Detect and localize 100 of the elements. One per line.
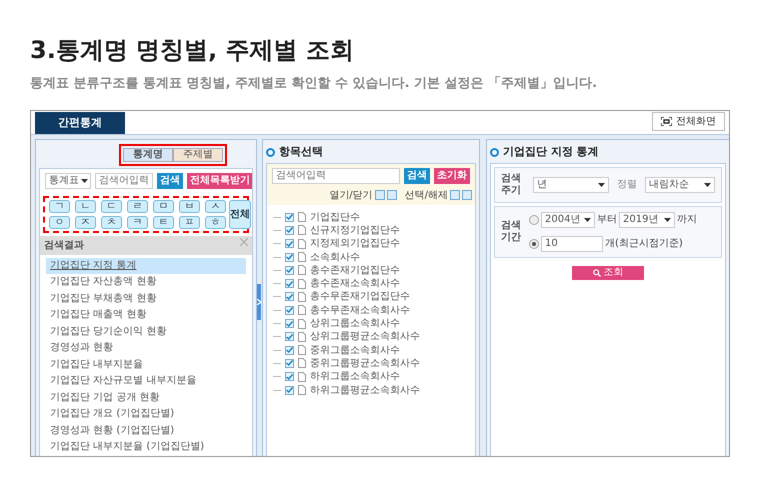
page-description: 통계표 분류구조를 통계표 명칭별, 주제별로 확인할 수 있습니다. 기본 설정은 「주제별」입니다. [30,75,598,93]
field-label: 부터 [597,213,617,227]
document-icon [298,345,306,356]
collapse-handle[interactable] [257,284,261,320]
document-icon [298,292,306,302]
consonant-button[interactable]: ㄱ [49,200,70,212]
dropdown-arrow-icon [704,182,711,186]
consonant-button[interactable]: ㅊ [101,216,122,228]
result-item[interactable]: 기업집단 당기순이익 현황 [46,324,246,340]
consonant-button[interactable]: ㅌ [153,216,174,228]
tree-item[interactable]: 신규지정기업집단수 [310,224,400,237]
result-item[interactable]: 기업집단 매출액 현황 [46,307,246,324]
checkbox[interactable] [285,319,294,328]
count-field[interactable]: 10 [541,236,603,252]
tree-item[interactable]: 총수존재소속회사수 [310,277,400,290]
result-item[interactable]: 기업집단 내부지분율 [46,356,246,373]
result-item[interactable]: 기업집단 지정 통계 [46,258,246,274]
fullscreen-button[interactable]: 전체화면 [652,112,725,130]
dropdown-arrow-icon [584,218,591,222]
search-button[interactable]: 검색 [157,172,183,188]
tree-item[interactable]: 상위그룹소속회사수 [310,317,400,330]
dropdown[interactable]: 2004년 [541,212,595,228]
tree-line [273,230,281,231]
dropdown[interactable]: 내림차순 [645,176,715,192]
field-label: 개(최근시점기준) [605,237,683,251]
consonant-button[interactable]: ㅋ [127,216,148,228]
checkbox[interactable] [285,266,294,275]
checkbox[interactable] [285,386,294,394]
results-title: 검색결과 [44,238,84,252]
full-list-button[interactable]: 전체목록받기 [187,172,252,188]
all-consonant-button[interactable]: 전체 [229,200,251,228]
document-icon [298,238,306,249]
reset-button[interactable]: 초기화 [434,168,470,184]
checkbox[interactable] [285,212,294,222]
search-field[interactable]: 검색어입력 [95,172,153,188]
toggle-tab[interactable]: 주제별 [173,148,223,162]
result-item[interactable]: 경영성과 현황 (기업집단별) [46,422,246,439]
checkbox[interactable] [285,358,294,368]
result-item[interactable]: 기업집단 자산총액 현황 [46,274,246,290]
checkbox[interactable] [285,306,294,315]
consonant-button[interactable]: ㅈ [75,216,96,228]
result-item[interactable]: 기업집단 기업 공개 현황 [46,390,246,406]
dropdown-arrow-icon [664,218,671,222]
panel-title: 항목선택 [279,144,323,160]
result-item[interactable]: 기업집단 내부지분율 (기업집단별) [46,439,246,456]
radio-button[interactable] [529,238,539,248]
dropdown-arrow-icon [81,178,88,182]
checkbox[interactable] [285,252,294,262]
search-button[interactable]: 검색 [404,168,430,184]
document-icon [298,278,306,289]
checkbox[interactable] [285,226,294,235]
toggle-tab[interactable]: 통계명 [123,148,173,162]
tree-item[interactable]: 중위그룹소속회사수 [310,344,400,357]
result-item[interactable]: 경영성과 현황 [46,340,246,356]
consonant-button[interactable]: ㄷ [101,200,122,212]
consonant-button[interactable]: ㅍ [179,216,200,228]
consonant-button[interactable]: ㄴ [75,200,96,212]
tree-line [273,270,281,271]
consonant-button[interactable]: ㅅ [205,200,226,212]
tree-item[interactable]: 기업집단수 [310,210,360,224]
app-tab[interactable]: 간편통계 [35,112,125,134]
circle-icon [490,148,499,157]
tree-line [273,310,281,311]
consonant-button[interactable]: ㅂ [179,200,200,212]
checkbox[interactable] [285,239,294,248]
tree-item[interactable]: 총수존재기업집단수 [310,264,400,277]
dropdown[interactable]: 년 [533,176,609,192]
tree-item[interactable]: 중위그룹평균소속회사수 [310,356,420,370]
search-field[interactable]: 검색어입력 [272,168,400,184]
checkbox[interactable] [285,346,294,355]
checkbox[interactable] [285,372,294,382]
consonant-button[interactable]: ㅁ [153,200,174,212]
tree-line [273,243,281,244]
field-label: 정렬 [617,178,637,192]
consonant-button[interactable]: ㄹ [127,200,148,212]
tree-item[interactable]: 총수무존재소속회사수 [310,304,410,317]
tree-item[interactable]: 상위그룹평균소속회사수 [310,330,420,344]
consonant-button[interactable]: ㅎ [205,216,226,228]
document-icon [298,305,306,316]
consonant-button[interactable]: ㅇ [49,216,70,228]
document-icon [298,385,306,395]
tree-line [273,336,281,338]
result-item[interactable]: 기업집단 부채총액 현황 [46,290,246,307]
tree-item[interactable]: 하위그룹평균소속회사수 [310,384,420,396]
result-item[interactable]: 기업집단 자산규모별 내부지분율 [46,373,246,390]
dropdown[interactable]: 통계표 [45,172,91,188]
radio-button[interactable] [529,214,539,224]
toggle-label: 선택/해제 [404,188,448,202]
checkbox[interactable] [285,332,294,342]
tree-item[interactable]: 하위그룹소속회사수 [310,370,400,384]
tree-item[interactable]: 소속회사수 [310,250,360,264]
query-button[interactable]: 조회 [572,266,644,280]
tree-item[interactable]: 지정제외기업집단수 [310,237,400,250]
result-item[interactable]: 기업집단 개요 (기업집단별) [46,406,246,422]
document-icon [298,372,306,382]
dropdown[interactable]: 2019년 [619,212,675,228]
checkbox[interactable] [285,292,294,302]
tree-item[interactable]: 총수무존재기업집단수 [310,290,410,304]
tree-line [273,350,281,351]
checkbox[interactable] [285,279,294,288]
